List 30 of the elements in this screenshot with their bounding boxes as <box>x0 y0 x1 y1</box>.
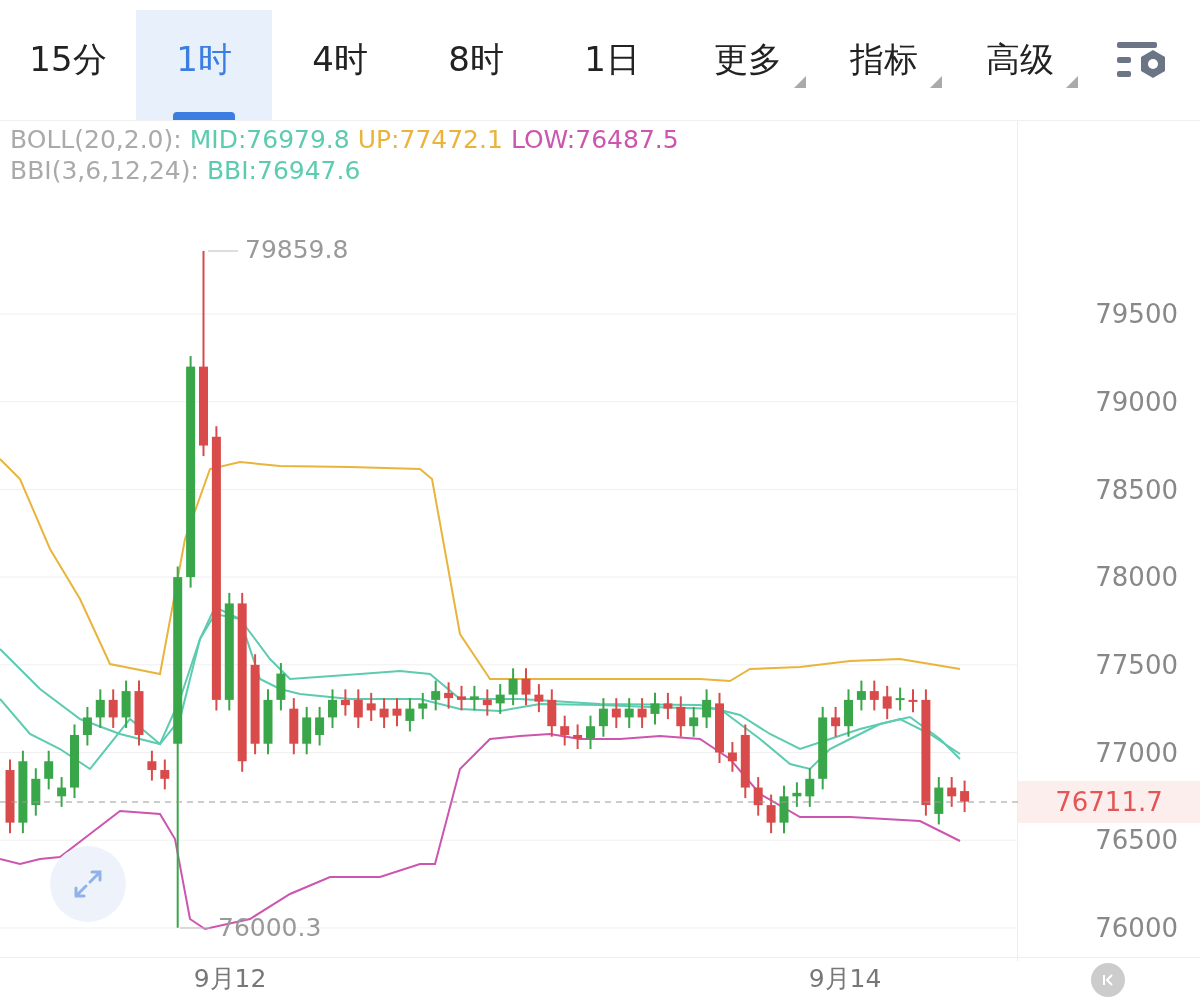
indicator-value: BBI:76947.6 <box>206 156 361 186</box>
leader-line <box>207 250 239 252</box>
price-tick: 78000 <box>1095 562 1178 593</box>
indicator-label: BOLL(20,2.0): <box>10 125 182 155</box>
price-tick: 78500 <box>1095 474 1178 505</box>
price-tick: 79500 <box>1095 299 1178 330</box>
price-tick: 77500 <box>1095 650 1178 681</box>
scroll-to-latest-button[interactable] <box>1091 963 1125 998</box>
timeframe-tab[interactable]: 15分 <box>0 10 136 121</box>
price-tick: 76500 <box>1095 825 1178 856</box>
timeframe-tab[interactable]: 指标 <box>816 10 952 121</box>
last-price-label: 76711.7 <box>1018 781 1200 824</box>
leader-line <box>179 927 211 929</box>
timeframe-tab[interactable]: 1日 <box>544 10 680 121</box>
timeframe-tab[interactable]: 高级 <box>952 10 1088 121</box>
timeframe-tab[interactable]: 1时 <box>136 10 272 121</box>
timeframe-tab[interactable]: 4时 <box>272 10 408 121</box>
price-tick: 79000 <box>1095 386 1178 417</box>
indicator-value: MID:76979.8 <box>189 125 350 155</box>
max-price-label: 79859.8 <box>245 235 349 265</box>
date-label: 9月12 <box>193 963 267 996</box>
timeframe-tab[interactable]: 更多 <box>680 10 816 121</box>
price-tick: 77000 <box>1095 737 1178 768</box>
date-label: 9月14 <box>808 963 882 996</box>
price-tick: 76000 <box>1095 913 1178 944</box>
timeframe-tab[interactable]: 8时 <box>408 10 544 121</box>
min-price-label: 76000.3 <box>218 913 322 943</box>
indicator-value: LOW:76487.5 <box>510 125 679 155</box>
indicator-label: BBI(3,6,12,24): <box>10 156 199 186</box>
indicator-value: UP:77472.1 <box>357 125 503 155</box>
